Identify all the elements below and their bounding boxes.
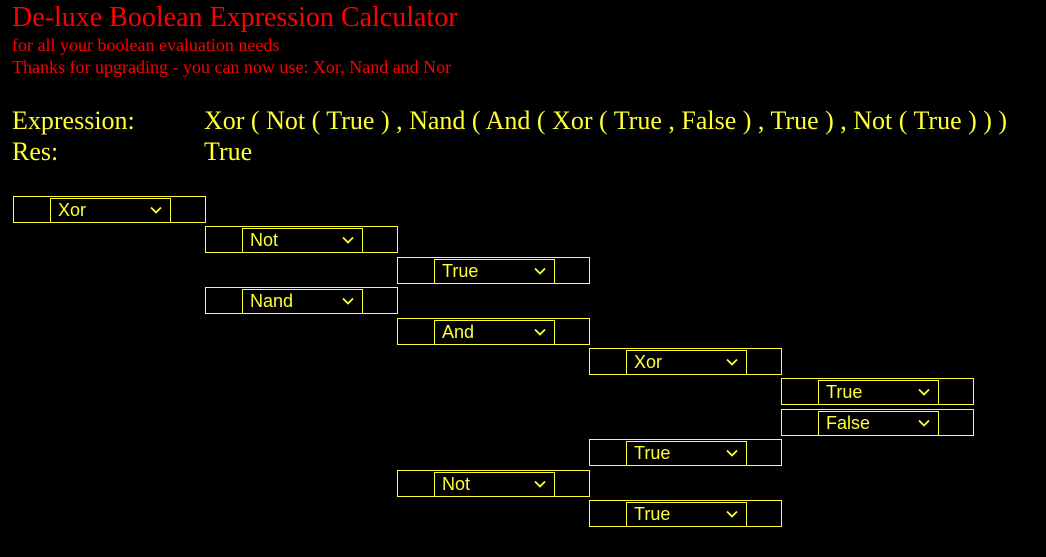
- tree-node: And: [397, 318, 590, 345]
- tree-node: Xor: [589, 348, 782, 375]
- tree-node: Not: [397, 470, 590, 497]
- tree-node: True: [781, 378, 974, 405]
- operator-select-value: False: [826, 413, 871, 433]
- operator-select-value: True: [634, 504, 671, 524]
- operator-select[interactable]: True: [818, 380, 939, 405]
- operator-select[interactable]: Xor: [50, 198, 171, 223]
- result-value: True: [204, 137, 253, 166]
- operator-select[interactable]: True: [434, 259, 555, 284]
- operator-select[interactable]: Not: [242, 228, 363, 253]
- operator-select[interactable]: And: [434, 320, 555, 345]
- operator-select-value: Not: [442, 474, 471, 494]
- operator-select-value: Xor: [58, 200, 87, 220]
- chevron-down-icon: [342, 236, 354, 244]
- chevron-down-icon: [726, 358, 738, 366]
- operator-select-value: And: [442, 322, 475, 342]
- result-label: Res:: [12, 137, 59, 166]
- operator-select[interactable]: True: [626, 502, 747, 527]
- chevron-down-icon: [726, 449, 738, 457]
- chevron-down-icon: [918, 388, 930, 396]
- expression-label: Expression:: [12, 106, 135, 135]
- operator-select[interactable]: False: [818, 411, 939, 436]
- chevron-down-icon: [534, 480, 546, 488]
- tree-node: True: [397, 257, 590, 284]
- chevron-down-icon: [918, 419, 930, 427]
- operator-select-value: True: [826, 382, 863, 402]
- operator-select-value: Not: [250, 230, 279, 250]
- operator-select[interactable]: True: [626, 441, 747, 466]
- app-title: De-luxe Boolean Expression Calculator: [12, 2, 458, 33]
- chevron-down-icon: [342, 297, 354, 305]
- upgrade-note: Thanks for upgrading - you can now use: …: [12, 57, 452, 77]
- operator-select[interactable]: Not: [434, 472, 555, 497]
- tree-node: True: [589, 500, 782, 527]
- tree-node: True: [589, 439, 782, 466]
- chevron-down-icon: [534, 267, 546, 275]
- app-subtitle: for all your boolean evaluation needs: [12, 35, 280, 55]
- tree-node: Nand: [205, 287, 398, 314]
- operator-select-value: Xor: [634, 352, 663, 372]
- tree-node: Xor: [13, 196, 206, 223]
- tree-node: False: [781, 409, 974, 436]
- operator-select-value: True: [442, 261, 479, 281]
- chevron-down-icon: [150, 206, 162, 214]
- operator-select[interactable]: Xor: [626, 350, 747, 375]
- operator-select[interactable]: Nand: [242, 289, 363, 314]
- operator-select-value: True: [634, 443, 671, 463]
- operator-select-value: Nand: [250, 291, 294, 311]
- tree-node: Not: [205, 226, 398, 253]
- expression-value: Xor ( Not ( True ) , Nand ( And ( Xor ( …: [204, 106, 1008, 135]
- chevron-down-icon: [726, 510, 738, 518]
- chevron-down-icon: [534, 328, 546, 336]
